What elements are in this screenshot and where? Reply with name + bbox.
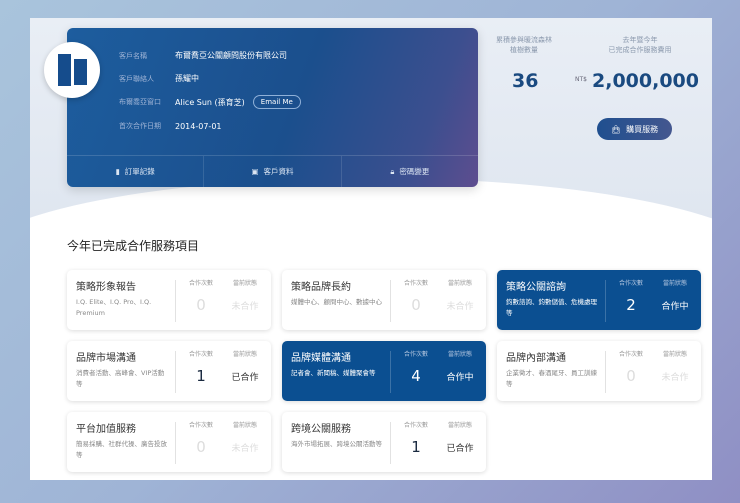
contact-label: 客戶聯絡人 bbox=[119, 74, 154, 83]
service-status: 合作中 bbox=[446, 373, 474, 383]
service-count: 1 bbox=[411, 438, 421, 456]
status-header: 當前狀態 bbox=[447, 351, 472, 358]
service-count: 0 bbox=[196, 296, 206, 314]
service-desc: 企業徵才、春酒尾牙、員工訓練等 bbox=[506, 369, 597, 388]
status-header: 當前狀態 bbox=[662, 351, 687, 358]
service-count: 0 bbox=[626, 367, 636, 385]
service-desc: 媒體中心、顧問中心、數據中心 bbox=[291, 298, 382, 306]
id-card-icon: ▣ bbox=[251, 167, 259, 176]
service-desc: 簡易採購、社群代操、廣告投放等 bbox=[76, 440, 167, 459]
service-status: 已合作 bbox=[231, 373, 259, 383]
service-count: 4 bbox=[411, 367, 421, 385]
service-card[interactable]: 平台加值服務 簡易採購、社群代操、廣告投放等 合作次數 當前狀態 0 未合作 bbox=[67, 412, 271, 472]
count-header: 合作次數 bbox=[403, 280, 428, 287]
service-card[interactable]: 策略形象報告 I.Q. Elite、I.Q. Pro、I.Q. Premium … bbox=[67, 270, 271, 330]
email-me-button[interactable]: Email Me bbox=[252, 95, 301, 109]
service-desc: 海外市場拓展、跨境公關活動等 bbox=[291, 440, 382, 448]
client-profile-label: 客戶資料 bbox=[263, 167, 294, 176]
status-header: 當前狀態 bbox=[662, 280, 687, 287]
count-header: 合作次數 bbox=[618, 351, 643, 358]
status-header: 當前狀態 bbox=[232, 280, 257, 287]
divider bbox=[605, 280, 606, 322]
status-header: 當前狀態 bbox=[447, 422, 472, 429]
count-header: 合作次數 bbox=[188, 422, 213, 429]
lock-icon: 🔒︎ bbox=[390, 166, 395, 176]
count-header: 合作次數 bbox=[188, 351, 213, 358]
service-card[interactable]: 跨境公關服務 海外市場拓展、跨境公關活動等 合作次數 當前狀態 1 已合作 bbox=[282, 412, 486, 472]
status-header: 當前狀態 bbox=[232, 422, 257, 429]
client-name-label: 客戶名稱 bbox=[119, 51, 147, 60]
dashboard-panel: 客戶名稱 布爾喬亞公關顧問股份有限公司 客戶聯絡人 孫耀中 布爾喬亞窗口 Alice … bbox=[30, 18, 712, 480]
service-card[interactable]: 策略公關諮詢 鈞數諮詢、鈞數儲值、危機處理等 合作次數 當前狀態 2 合作中 bbox=[497, 270, 701, 330]
date-label: 首次合作日期 bbox=[119, 122, 161, 130]
first-date: 2014-07-01 bbox=[175, 121, 222, 131]
divider bbox=[390, 351, 391, 393]
service-status: 未合作 bbox=[231, 444, 259, 454]
service-desc: 消費者活動、高峰會、VIP活動等 bbox=[76, 369, 165, 388]
count-header: 合作次數 bbox=[403, 422, 428, 429]
service-status: 未合作 bbox=[231, 302, 259, 312]
service-desc: 記者會、新聞稿、媒體聚會等 bbox=[291, 369, 376, 377]
service-desc: I.Q. Elite、I.Q. Pro、I.Q. Premium bbox=[76, 298, 152, 317]
fee-amount: 2,000,000 bbox=[592, 70, 699, 92]
order-history-label: 訂單記錄 bbox=[124, 167, 155, 176]
action-bar: ▮ 訂單記錄 ▣ 客戶資料 🔒︎ 密碼變更 bbox=[67, 155, 478, 187]
service-count: 0 bbox=[411, 296, 421, 314]
section-title: 今年已完成合作服務項目 bbox=[67, 239, 200, 253]
divider bbox=[390, 422, 391, 464]
client-profile-button[interactable]: ▣ 客戶資料 bbox=[204, 156, 342, 187]
buy-service-label: 購買服務 bbox=[626, 124, 659, 134]
service-status: 合作中 bbox=[661, 302, 689, 312]
divider bbox=[605, 351, 606, 393]
service-count: 2 bbox=[626, 296, 636, 314]
service-status: 未合作 bbox=[446, 302, 474, 312]
service-card[interactable]: 品牌市場溝通 消費者活動、高峰會、VIP活動等 合作次數 當前狀態 1 已合作 bbox=[67, 341, 271, 401]
change-password-button[interactable]: 🔒︎ 密碼變更 bbox=[342, 156, 478, 187]
trees-label: 累積參與暖流森林 植樹數量 bbox=[496, 36, 552, 54]
count-header: 合作次數 bbox=[618, 280, 643, 287]
divider bbox=[390, 280, 391, 322]
service-desc: 鈞數諮詢、鈞數儲值、危機處理等 bbox=[506, 298, 597, 317]
order-history-button[interactable]: ▮ 訂單記錄 bbox=[67, 156, 205, 187]
service-card[interactable]: 策略品牌長約 媒體中心、顧問中心、數據中心 合作次數 當前狀態 0 未合作 bbox=[282, 270, 486, 330]
status-header: 當前狀態 bbox=[447, 280, 472, 287]
trees-count: 36 bbox=[512, 70, 539, 92]
contact-name: 孫耀中 bbox=[175, 74, 199, 83]
clipboard-icon: ▮ bbox=[115, 167, 120, 176]
window-name: Alice Sun (孫育芝) bbox=[175, 97, 245, 107]
fee-label: 去年暨今年 已完成合作服務費用 bbox=[608, 36, 672, 54]
divider bbox=[175, 280, 176, 322]
service-card[interactable]: 品牌媒體溝通 記者會、新聞稿、媒體聚會等 合作次數 當前狀態 4 合作中 bbox=[282, 341, 486, 401]
window-label: 布爾喬亞窗口 bbox=[119, 98, 161, 106]
divider bbox=[175, 422, 176, 464]
service-count: 1 bbox=[196, 367, 206, 385]
count-header: 合作次數 bbox=[188, 280, 213, 287]
service-card[interactable]: 品牌內部溝通 企業徵才、春酒尾牙、員工訓練等 合作次數 當前狀態 0 未合作 bbox=[497, 341, 701, 401]
client-info-card: 客戶名稱 布爾喬亞公關顧問股份有限公司 客戶聯絡人 孫耀中 布爾喬亞窗口 Alice … bbox=[67, 28, 478, 187]
currency-label: NT$ bbox=[575, 76, 587, 83]
service-status: 已合作 bbox=[446, 444, 474, 454]
shopping-bag-icon: 👜︎ bbox=[610, 124, 622, 134]
change-password-label: 密碼變更 bbox=[399, 167, 430, 176]
client-name: 布爾喬亞公關顧問股份有限公司 bbox=[175, 51, 287, 60]
status-header: 當前狀態 bbox=[232, 351, 257, 358]
service-status: 未合作 bbox=[661, 373, 689, 383]
buy-service-button[interactable]: 👜︎ 購買服務 bbox=[597, 118, 672, 140]
service-count: 0 bbox=[196, 438, 206, 456]
count-header: 合作次數 bbox=[403, 351, 428, 358]
company-logo bbox=[44, 42, 100, 98]
divider bbox=[175, 351, 176, 393]
